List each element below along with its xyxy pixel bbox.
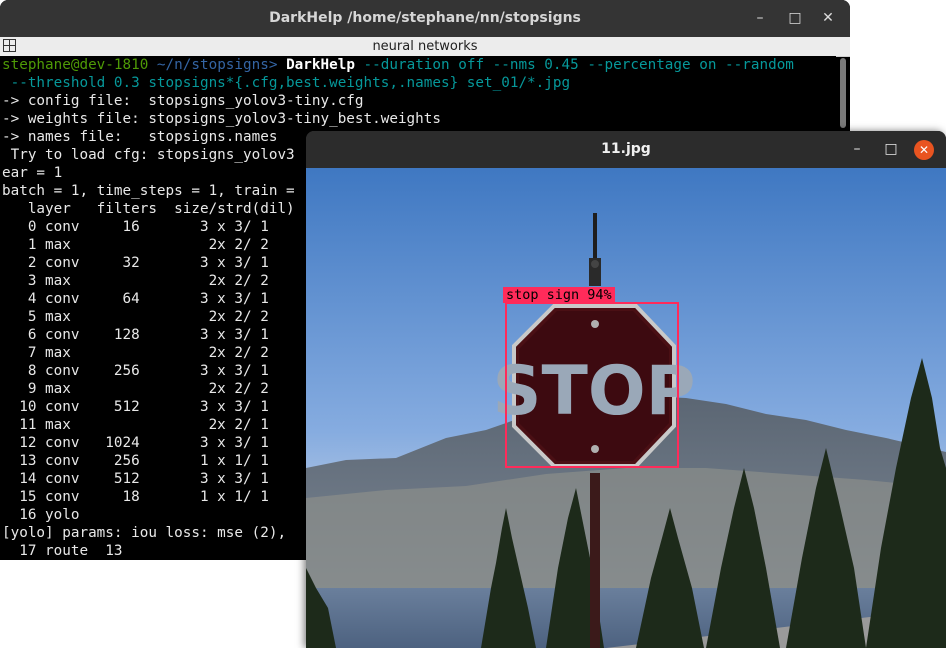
tab-neural-networks[interactable]: neural networks bbox=[0, 37, 850, 56]
image-viewer-titlebar[interactable]: 11.jpg – □ ✕ bbox=[306, 131, 946, 168]
terminal-tab-bar: neural networks bbox=[0, 37, 850, 57]
terminal-scrollbar[interactable] bbox=[840, 58, 846, 128]
close-button[interactable]: ✕ bbox=[810, 0, 846, 37]
terminal-output-line: -> weights file: stopsigns_yolov3-tiny_b… bbox=[2, 111, 441, 127]
terminal-titlebar[interactable]: DarkHelp /home/stephane/nn/stopsigns – □… bbox=[0, 0, 850, 37]
viewer-close-button[interactable]: ✕ bbox=[914, 140, 934, 160]
viewer-maximize-button[interactable]: □ bbox=[876, 131, 906, 168]
viewer-minimize-button[interactable]: – bbox=[842, 131, 872, 168]
image-viewer-window: 11.jpg – □ ✕ STOP stop sign 94% bbox=[306, 131, 946, 648]
maximize-button[interactable]: □ bbox=[777, 0, 813, 37]
terminal-output-line: -> config file: stopsigns_yolov3-tiny.cf… bbox=[2, 93, 364, 109]
command-args: --duration off --nms 0.45 --percentage o… bbox=[354, 57, 794, 73]
detection-image: STOP stop sign 94% bbox=[306, 168, 946, 648]
minimize-button[interactable]: – bbox=[742, 0, 778, 37]
command-name: DarkHelp bbox=[286, 57, 355, 73]
terminal-title: DarkHelp /home/stephane/nn/stopsigns bbox=[269, 10, 581, 26]
command-line: stephane@dev-1810 ~/n/stopsigns> DarkHel… bbox=[0, 56, 836, 74]
prompt-path: ~/n/stopsigns> bbox=[148, 57, 287, 73]
command-args-continued: --threshold 0.3 stopsigns*{.cfg,best.wei… bbox=[2, 75, 571, 91]
detection-bounding-box bbox=[505, 302, 679, 468]
prompt-user: stephane@dev-1810 bbox=[2, 57, 149, 73]
detection-label: stop sign 94% bbox=[503, 287, 615, 303]
